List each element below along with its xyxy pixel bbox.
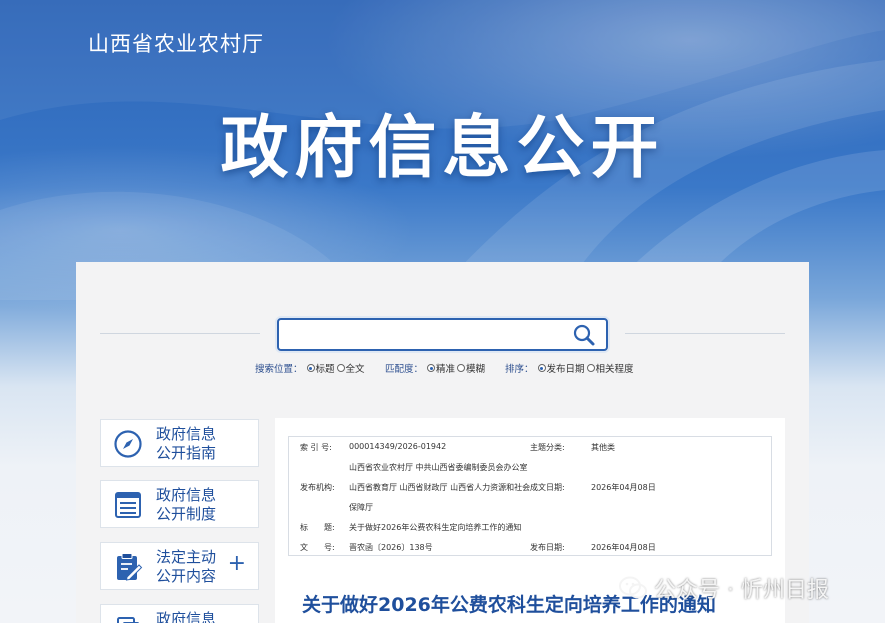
publisher-line-1: 山西省农业农村厅 中共山西省委编制委员会办公室	[349, 463, 528, 472]
wechat-icon	[619, 576, 647, 599]
pubdate-value: 2026年04月08日	[591, 543, 656, 552]
radio-label: 全文	[345, 364, 365, 375]
publisher-line-2: 山西省教育厅 山西省财政厅 山西省人力资源和社会	[349, 483, 531, 492]
pubdate-label: 发布日期:	[530, 543, 565, 552]
docno-label: 文 号:	[300, 543, 335, 552]
radio-relevance[interactable]: 相关程度	[585, 361, 634, 375]
docno-value: 晋农函〔2026〕138号	[349, 543, 433, 552]
metadata-table	[288, 436, 772, 556]
publisher-line-3: 保障厅	[349, 503, 373, 512]
sidebar-item-info[interactable]: 政府信息	[100, 604, 259, 623]
created-label: 成文日期:	[530, 483, 565, 492]
search-icon[interactable]	[572, 323, 596, 347]
label-line: 公开制度	[156, 505, 217, 523]
document-icon	[117, 617, 139, 623]
publisher-label: 发布机构:	[300, 483, 335, 492]
clipboard-edit-icon	[117, 553, 143, 581]
label-line: 政府信息	[156, 486, 217, 504]
radio-dot	[306, 364, 315, 372]
label-line: 法定主动	[156, 548, 217, 566]
sidebar-item-guide[interactable]: 政府信息 公开指南	[100, 419, 259, 467]
sort-options: 排序： 发布日期 相关程度	[505, 361, 634, 375]
page-title: 政府信息公开	[220, 109, 665, 188]
radio-label: 相关程度	[595, 364, 634, 375]
radio-label: 标题	[315, 364, 335, 375]
radio-label: 精准	[436, 364, 456, 375]
search-position-options: 搜索位置： 标题 全文	[255, 361, 365, 375]
radio-dot	[457, 364, 466, 372]
sidebar-item-label: 政府信息	[156, 610, 216, 623]
sidebar-item-label: 政府信息 公开指南	[156, 425, 216, 463]
divider-left	[100, 333, 260, 334]
radio-fuzzy[interactable]: 模糊	[455, 361, 485, 375]
label-line: 公开指南	[156, 444, 217, 462]
title-value: 关于做好2026年公费农科生定向培养工作的通知	[349, 523, 522, 532]
radio-exact[interactable]: 精准	[425, 361, 455, 375]
radio-fulltext[interactable]: 全文	[335, 361, 365, 375]
watermark: 公众号 · 忻州日报	[618, 570, 829, 606]
watermark-text: 公众号 · 忻州日报	[654, 578, 829, 603]
created-value: 2026年04月08日	[591, 483, 656, 492]
index-value: 000014349/2026-01942	[349, 442, 447, 451]
label-line: 政府信息	[156, 425, 217, 443]
compass-icon	[114, 430, 142, 458]
radio-title[interactable]: 标题	[305, 361, 335, 375]
radio-dot	[537, 364, 546, 372]
label-line: 公开内容	[156, 567, 217, 585]
match-label: 匹配度：	[385, 364, 424, 375]
department-name: 山西省农业农村厅	[88, 32, 264, 56]
sidebar-item-label: 法定主动 公开内容	[156, 548, 216, 586]
radio-label: 发布日期	[546, 364, 585, 375]
expand-plus-icon[interactable]: +	[228, 553, 246, 575]
category-value: 其他类	[591, 443, 615, 452]
radio-label: 模糊	[466, 364, 486, 375]
document-list-icon	[115, 492, 141, 518]
radio-date[interactable]: 发布日期	[536, 361, 585, 375]
match-options: 匹配度： 精准 模糊	[385, 361, 485, 375]
search-input[interactable]	[279, 320, 559, 348]
sidebar-item-statutory[interactable]: 法定主动 公开内容 +	[100, 542, 259, 590]
divider-right	[625, 333, 785, 334]
search-box	[277, 318, 608, 351]
radio-dot	[336, 364, 345, 372]
sort-label: 排序：	[505, 364, 534, 375]
title-label: 标 题:	[300, 523, 335, 532]
sidebar-item-label: 政府信息 公开制度	[156, 486, 216, 524]
search-position-label: 搜索位置：	[255, 364, 303, 375]
sidebar-item-system[interactable]: 政府信息 公开制度	[100, 480, 259, 528]
label-line: 政府信息	[156, 610, 217, 623]
radio-dot	[586, 364, 595, 372]
category-label: 主题分类:	[530, 443, 565, 452]
index-label: 索 引 号:	[300, 443, 332, 452]
radio-dot	[427, 364, 436, 372]
